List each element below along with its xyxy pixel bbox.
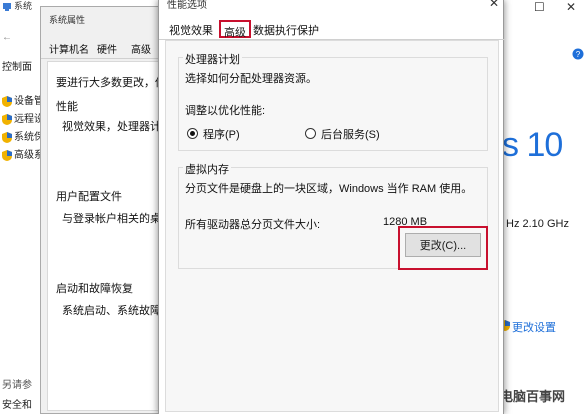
watermark-text: 电脑百事网 (500, 389, 566, 404)
security-link[interactable]: 安全和 (2, 396, 32, 411)
perf-close-icon[interactable]: ✕ (489, 0, 499, 10)
change-settings-link[interactable]: 更改设置 (512, 319, 556, 335)
radio-services-label[interactable]: 后台服务(S) (321, 126, 380, 142)
sidebar-item-device-manager[interactable]: 设备管 (2, 92, 44, 107)
memory-desc: 分页文件是硬盘上的一块区域，Windows 当作 RAM 使用。 (185, 183, 473, 195)
adjust-label: 调整以优化性能: (185, 105, 266, 117)
system-right-panel: ? s 10 Hz 2.10 GHz 更改设置 ☺ 电脑百事网 (484, 14, 588, 414)
svg-text:?: ? (576, 50, 581, 59)
radio-programs-label[interactable]: 程序(P) (203, 126, 240, 142)
back-icon[interactable]: ← (2, 32, 12, 43)
change-button[interactable]: 更改(C)... (405, 233, 481, 257)
profiles-heading: 用户配置文件 (56, 191, 122, 203)
sidebar-item-advanced[interactable]: 高级系 (2, 146, 44, 161)
tab-hardware[interactable]: 硬件 (97, 41, 117, 56)
help-icon[interactable]: ? (572, 48, 584, 63)
processor-legend: 处理器计划 (183, 51, 242, 67)
processor-group: 处理器计划 选择如何分配处理器资源。 调整以优化性能: 程序(P) 后台服务(S… (178, 51, 488, 151)
startup-desc: 系统启动、系统故障和 (62, 305, 172, 317)
startup-heading: 启动和故障恢复 (56, 283, 133, 295)
cpu-speed-text: Hz 2.10 GHz (506, 218, 569, 230)
shield-icon (2, 113, 12, 125)
processor-desc: 选择如何分配处理器资源。 (185, 73, 317, 85)
total-paging-label: 所有驱动器总分页文件大小: (185, 219, 321, 231)
memory-legend: 虚拟内存 (183, 161, 231, 177)
system-window-title: 系统 (14, 1, 33, 11)
sidebar-item-protection[interactable]: 系统保 (2, 128, 44, 143)
tab-advanced-props[interactable]: 高级 (131, 41, 151, 56)
system-properties-window: 系统属性 计算机名 硬件 高级 要进行大多数更改，你 性能 视觉效果，处理器计划… (40, 6, 172, 414)
windows-version-text: s 10 (502, 126, 563, 164)
shield-icon (2, 149, 12, 161)
system-left-nav: ← 控制面 设备管 远程设 系统保 高级系 另请参 安全和 (0, 14, 44, 414)
radio-programs[interactable] (187, 128, 198, 139)
perf-tabs: 视觉效果 数据执行保护 (159, 18, 505, 40)
profiles-desc: 与登录帐户相关的桌面 (62, 213, 172, 225)
close-icon[interactable]: ✕ (566, 0, 576, 14)
properties-tabs: 计算机名 硬件 高级 (41, 37, 171, 59)
system-window-icon (2, 1, 12, 15)
tab-dep[interactable]: 数据执行保护 (253, 22, 319, 38)
performance-options-dialog: 性能选项 ✕ 视觉效果 数据执行保护 高级 处理器计划 选择如何分配处理器资源。… (158, 0, 505, 414)
performance-heading: 性能 (56, 101, 78, 113)
sidebar-item-remote[interactable]: 远程设 (2, 110, 44, 125)
properties-intro: 要进行大多数更改，你 (56, 77, 166, 89)
tab-computer-name[interactable]: 计算机名 (49, 41, 89, 56)
radio-services[interactable] (305, 128, 316, 139)
performance-desc: 视觉效果，处理器计划 (62, 121, 172, 133)
properties-body: 要进行大多数更改，你 性能 视觉效果，处理器计划 用户配置文件 与登录帐户相关的… (47, 61, 172, 411)
sidebar-item-control-panel[interactable]: 控制面 (2, 58, 32, 73)
tab-visual-effects[interactable]: 视觉效果 (169, 22, 213, 38)
perf-title: 性能选项 (167, 0, 207, 11)
see-also-label: 另请参 (2, 380, 32, 391)
nav-arrows[interactable]: ← (2, 32, 12, 43)
shield-icon (2, 131, 12, 143)
tab-advanced[interactable]: 高级 (219, 20, 251, 39)
maximize-icon[interactable]: ☐ (534, 0, 545, 14)
shield-icon (2, 95, 12, 107)
properties-title: 系统属性 (49, 15, 86, 25)
